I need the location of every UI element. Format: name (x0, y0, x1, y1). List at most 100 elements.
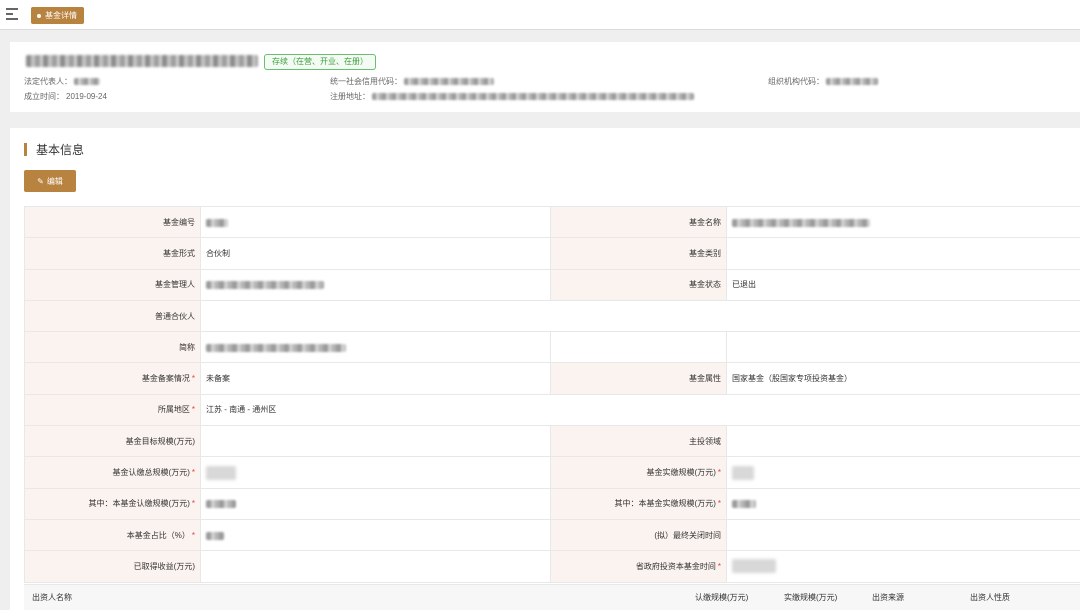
field-label-text: 所属地区 (157, 405, 190, 415)
field-value: 国家基金（股国家专项投资基金） (726, 362, 1080, 395)
table-row: 基金编号 基金名称 (24, 205, 1080, 239)
field-label: 已取得收益(万元) (24, 550, 201, 583)
field-label-text: 主投领域 (689, 436, 721, 446)
field-value (200, 487, 551, 520)
required-marker: * (191, 499, 195, 509)
established-label: 成立时间： (24, 92, 64, 101)
field-label: 基金实缴规模(万元) * (550, 456, 727, 489)
field-label: 其中：本基金实缴规模(万元) * (550, 487, 727, 520)
basic-info-card: 基本信息 ✎ 编辑 基金编号 基金名称 基金形式 合伙制 基金类别 基金管理人 基金状态 已退… (10, 128, 1080, 610)
field-value (726, 518, 1080, 552)
field-label: 基金形式 (24, 237, 201, 270)
field-label: 所属地区 * (24, 393, 201, 427)
established: 成立时间： 2019-09-24 (24, 91, 107, 102)
legal-rep: 法定代表人： (24, 76, 100, 87)
field-label-text: 基金目标规模(万元) (125, 436, 195, 446)
field-value: 江苏 - 南通 - 通州区 (200, 393, 1080, 427)
field-value (726, 487, 1080, 520)
address-label: 注册地址： (330, 92, 370, 101)
section-bar (24, 143, 27, 156)
field-value (726, 456, 1080, 489)
table-row: 基金备案情况 * 未备案 基金属性 国家基金（股国家专项投资基金） (24, 362, 1080, 395)
field-value: 已退出 (726, 268, 1080, 301)
field-value (726, 550, 1080, 583)
required-marker: * (191, 468, 195, 478)
field-value (200, 331, 551, 364)
field-label-text: 基金类别 (689, 248, 721, 258)
redacted-value (206, 500, 236, 509)
field-label-text: 基金形式 (163, 248, 195, 258)
field-label: 基金管理人 (24, 268, 201, 301)
credit-code-label: 统一社会信用代码： (330, 77, 402, 86)
legal-rep-value-redacted (74, 78, 100, 85)
field-value (200, 205, 551, 239)
required-marker: * (717, 499, 721, 509)
field-label: 基金备案情况 * (24, 362, 201, 395)
pencil-icon: ✎ (37, 176, 44, 186)
table-row: 简称 (24, 331, 1080, 364)
edit-button-label: 编辑 (46, 176, 63, 186)
table-row: 普通合伙人 (24, 299, 1080, 333)
col-investor-name: 出资人名称 (32, 593, 72, 602)
field-label-text: 省政府投资本基金时间 (635, 561, 716, 571)
table-row: 基金管理人 基金状态 已退出 (24, 268, 1080, 301)
field-label-text: 简称 (179, 342, 195, 352)
tab-dot-icon (37, 13, 41, 18)
field-label-text: 本基金占比（%） (126, 530, 190, 540)
required-marker: * (717, 561, 721, 571)
field-value-text: 未备案 (206, 374, 230, 384)
field-label: 主投领域 (550, 425, 727, 458)
field-label: 普通合伙人 (24, 299, 201, 333)
field-label: 基金类别 (550, 237, 727, 270)
field-label: 基金目标规模(万元) (24, 425, 201, 458)
credit-code-value-redacted (404, 78, 494, 85)
field-value (200, 268, 551, 301)
menu-toggle-icon[interactable] (6, 8, 18, 20)
field-label: 省政府投资本基金时间 * (550, 550, 727, 583)
field-value (200, 550, 551, 583)
field-label: 基金认缴总规模(万元) * (24, 456, 201, 489)
table-row: 所属地区 * 江苏 - 南通 - 通州区 (24, 393, 1080, 427)
required-marker: * (191, 374, 195, 384)
field-value (200, 518, 551, 552)
field-label-text: 普通合伙人 (155, 311, 195, 321)
required-marker: * (191, 405, 195, 415)
field-label: 基金状态 (550, 268, 727, 301)
edit-button[interactable]: ✎ 编辑 (24, 170, 76, 192)
field-label-text: 其中：本基金认缴规模(万元) (88, 499, 190, 509)
col-nature: 出资人性质 (970, 593, 1010, 602)
field-label-text: 基金管理人 (155, 280, 195, 290)
field-label-text: 基金编号 (163, 217, 195, 227)
redacted-value (206, 343, 346, 352)
table-row: 已取得收益(万元) 省政府投资本基金时间 * (24, 550, 1080, 583)
field-label: 基金属性 (550, 362, 727, 395)
field-label-text: 基金属性 (689, 374, 721, 384)
field-value: 合伙制 (200, 237, 551, 270)
redacted-value (206, 281, 324, 290)
field-label: 本基金占比（%） * (24, 518, 201, 552)
field-value-text: 已退出 (732, 280, 756, 290)
field-value (726, 425, 1080, 458)
field-label-text: 其中：本基金实缴规模(万元) (614, 499, 716, 509)
address-value-redacted (372, 93, 694, 100)
top-bar: 基金详情 (0, 0, 1080, 30)
company-header: 存续（在营、开业、在册） 法定代表人： 成立时间： 2019-09-24 统一社… (10, 42, 1080, 112)
field-label: (拟）最终关闭时间 (550, 518, 727, 552)
org-code-label: 组织机构代码： (768, 77, 824, 86)
field-value (200, 456, 551, 489)
field-label-text: 基金名称 (689, 217, 721, 227)
field-value (726, 331, 1080, 364)
field-label-text: 基金备案情况 (141, 374, 190, 384)
redacted-value (206, 218, 228, 227)
field-value (726, 237, 1080, 270)
col-source: 出资来源 (872, 593, 904, 602)
tab-fund-details[interactable]: 基金详情 (31, 7, 84, 24)
field-value-text: 国家基金（股国家专项投资基金） (732, 374, 852, 384)
address: 注册地址： (330, 91, 694, 102)
company-name-redacted (26, 55, 258, 67)
field-label: 基金编号 (24, 205, 201, 239)
tab-label: 基金详情 (45, 11, 77, 20)
status-badge: 存续（在营、开业、在册） (264, 54, 376, 70)
table-row: 其中：本基金认缴规模(万元) * 其中：本基金实缴规模(万元) * (24, 487, 1080, 520)
org-code-value-redacted (826, 78, 878, 85)
